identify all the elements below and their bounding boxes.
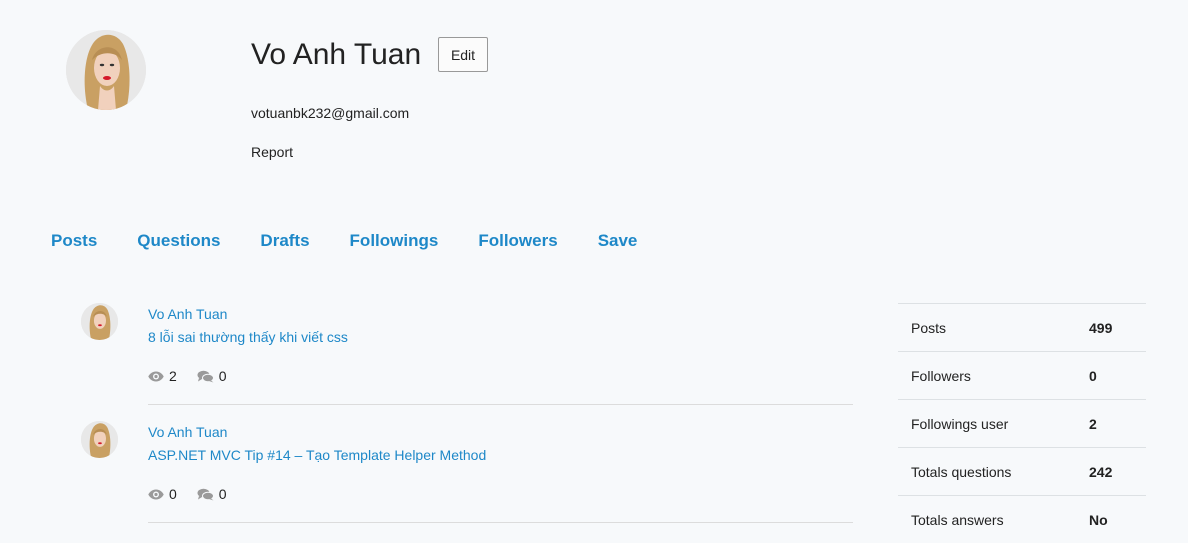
tab-drafts[interactable]: Drafts — [260, 231, 309, 251]
stat-value: 0 — [1089, 367, 1097, 384]
eye-icon — [148, 489, 164, 499]
post-stats: 2 0 — [148, 368, 247, 384]
divider — [148, 522, 853, 523]
comments-icon — [197, 488, 214, 500]
stat-row-totals-answers: Totals answers No — [898, 495, 1146, 543]
stat-label: Followers — [911, 367, 971, 384]
stat-label: Totals answers — [911, 511, 1004, 528]
comments-count: 0 — [218, 368, 227, 384]
stat-row-totals-questions: Totals questions 242 — [898, 447, 1146, 495]
comments-stat: 0 — [197, 486, 227, 502]
views-count: 2 — [169, 368, 177, 384]
views-count: 0 — [169, 486, 177, 502]
report-link[interactable]: Report — [251, 144, 293, 160]
divider — [148, 404, 853, 405]
views-stat: 0 — [148, 486, 177, 502]
stat-row-followings-user: Followings user 2 — [898, 399, 1146, 447]
profile-tabs: Posts Questions Drafts Followings Follow… — [51, 231, 677, 251]
eye-icon — [148, 371, 164, 381]
post-author[interactable]: Vo Anh Tuan — [148, 306, 227, 322]
profile-avatar — [66, 30, 146, 110]
post-title[interactable]: ASP.NET MVC Tip #14 – Tạo Template Helpe… — [148, 447, 486, 463]
stat-value: 242 — [1089, 463, 1113, 480]
tab-questions[interactable]: Questions — [137, 231, 220, 251]
stat-label: Followings user — [911, 415, 1009, 432]
tab-followers[interactable]: Followers — [478, 231, 557, 251]
stat-value: 2 — [1089, 415, 1097, 432]
stat-row-posts: Posts 499 — [898, 303, 1146, 351]
views-stat: 2 — [148, 368, 177, 384]
post-author[interactable]: Vo Anh Tuan — [148, 424, 227, 440]
stat-row-followers: Followers 0 — [898, 351, 1146, 399]
tab-posts[interactable]: Posts — [51, 231, 97, 251]
profile-name: Vo Anh Tuan — [251, 38, 422, 71]
edit-button[interactable]: Edit — [438, 37, 488, 72]
comments-count: 0 — [218, 486, 227, 502]
stat-label: Totals questions — [911, 463, 1012, 480]
profile-email: votuanbk232@gmail.com — [251, 105, 410, 121]
comments-icon — [197, 370, 214, 382]
post-title[interactable]: 8 lỗi sai thường thấy khi viết css — [148, 329, 348, 345]
avatar[interactable] — [81, 303, 118, 340]
stat-value: No — [1089, 511, 1108, 528]
tab-save[interactable]: Save — [598, 231, 638, 251]
stat-value: 499 — [1089, 319, 1113, 336]
profile-stats-panel: Posts 499 Followers 0 Followings user 2 … — [898, 303, 1146, 543]
tab-followings[interactable]: Followings — [350, 231, 439, 251]
avatar[interactable] — [81, 421, 118, 458]
post-stats: 0 0 — [148, 486, 247, 502]
stat-label: Posts — [911, 319, 947, 336]
comments-stat: 0 — [197, 368, 227, 384]
